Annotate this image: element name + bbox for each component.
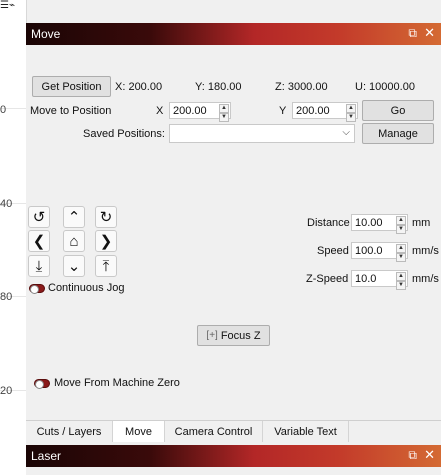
z-speed-unit: mm/s [412,273,439,285]
go-button[interactable]: Go [362,100,434,121]
ruler-tick: 0 [0,104,7,116]
close-icon[interactable]: ✕ [424,25,435,41]
float-icon[interactable]: ⧉ [408,26,417,41]
speed-label: Speed [317,245,349,257]
y-stepper[interactable]: ▲ ▼ [346,104,356,122]
z-speed-field[interactable]: 10.0 ▲ ▼ [351,270,408,290]
position-z: Z: 3000.00 [275,81,328,93]
ruler-tick: 80 [0,291,13,303]
position-u: U: 10000.00 [355,81,415,93]
vertical-ruler: 0 40 80 20 [0,0,27,475]
focus-z-label: Focus Z [220,329,261,342]
laser-panel-titlebar: Laser ⧉ ✕ [26,445,441,467]
distance-label: Distance [307,217,350,229]
z-down-icon[interactable]: ⤓ [28,255,50,277]
rotate-cw-icon[interactable]: ↻ [95,206,117,228]
panel-title: Move [31,27,61,41]
jog-up-icon[interactable]: ⌃ [63,206,85,228]
speed-stepper[interactable]: ▲ ▼ [396,244,406,262]
x-position-field[interactable]: 200.00 ▲ ▼ [169,102,231,122]
continuous-jog-toggle[interactable] [29,284,45,294]
y-position-field[interactable]: 200.00 ▲ ▼ [292,102,358,122]
focus-icon: [+] [206,330,218,341]
speed-field[interactable]: 100.0 ▲ ▼ [351,242,408,262]
speed-value: 100.0 [355,244,383,257]
rotate-ccw-icon[interactable]: ↺ [28,206,50,228]
jog-down-icon[interactable]: ⌄ [63,255,85,277]
x-label: X [156,105,164,117]
distance-unit: mm [412,217,431,229]
saved-positions-label: Saved Positions: [83,128,165,140]
focus-z-button[interactable]: [+] Focus Z [197,325,270,346]
jog-left-icon[interactable]: ❮ [28,230,50,252]
jog-right-icon[interactable]: ❯ [95,230,117,252]
ruler-tick: 40 [0,198,13,210]
float-icon[interactable]: ⧉ [408,448,417,463]
z-speed-label: Z-Speed [306,273,349,285]
ruler-tick: 20 [0,385,13,397]
close-icon[interactable]: ✕ [424,447,435,463]
manage-button[interactable]: Manage [362,123,434,144]
get-position-button[interactable]: Get Position [32,76,111,97]
saved-positions-dropdown[interactable]: ⌵ [169,124,355,143]
distance-field[interactable]: 10.00 ▲ ▼ [351,214,408,234]
tab-cuts-layers[interactable]: Cuts / Layers [26,421,113,442]
position-y: Y: 180.00 [195,81,242,93]
tab-move[interactable]: Move [113,421,165,442]
position-x: X: 200.00 [115,81,163,93]
y-position-value: 200.00 [296,104,330,117]
z-up-icon[interactable]: ⤒ [95,255,117,277]
move-panel-titlebar: Move ⧉ ✕ [26,23,441,45]
move-to-position-label: Move to Position [30,105,112,117]
chevron-down-icon: ⌵ [342,127,350,138]
home-icon[interactable]: ⌂ [63,230,85,252]
tab-variable-text[interactable]: Variable Text [263,421,349,442]
panel-tab-bar: Cuts / Layers Move Camera Control Variab… [26,420,441,443]
x-position-value: 200.00 [173,104,207,117]
distance-stepper[interactable]: ▲ ▼ [396,216,406,234]
distance-value: 10.00 [355,216,383,229]
z-speed-stepper[interactable]: ▲ ▼ [396,272,406,290]
z-speed-value: 10.0 [355,272,377,285]
speed-unit: mm/s [412,245,439,257]
move-from-zero-label: Move From Machine Zero [54,377,180,389]
y-label: Y [279,105,287,117]
move-panel: Move ⧉ ✕ Get Position X: 200.00 Y: 180.0… [26,23,441,475]
tab-camera-control[interactable]: Camera Control [165,421,263,442]
laser-panel-title: Laser [31,449,62,463]
move-from-zero-toggle[interactable] [34,379,50,389]
continuous-jog-label: Continuous Jog [48,282,125,294]
cursor-tool-icon[interactable]: ☰⌁ [0,0,26,14]
x-stepper[interactable]: ▲ ▼ [219,104,229,122]
